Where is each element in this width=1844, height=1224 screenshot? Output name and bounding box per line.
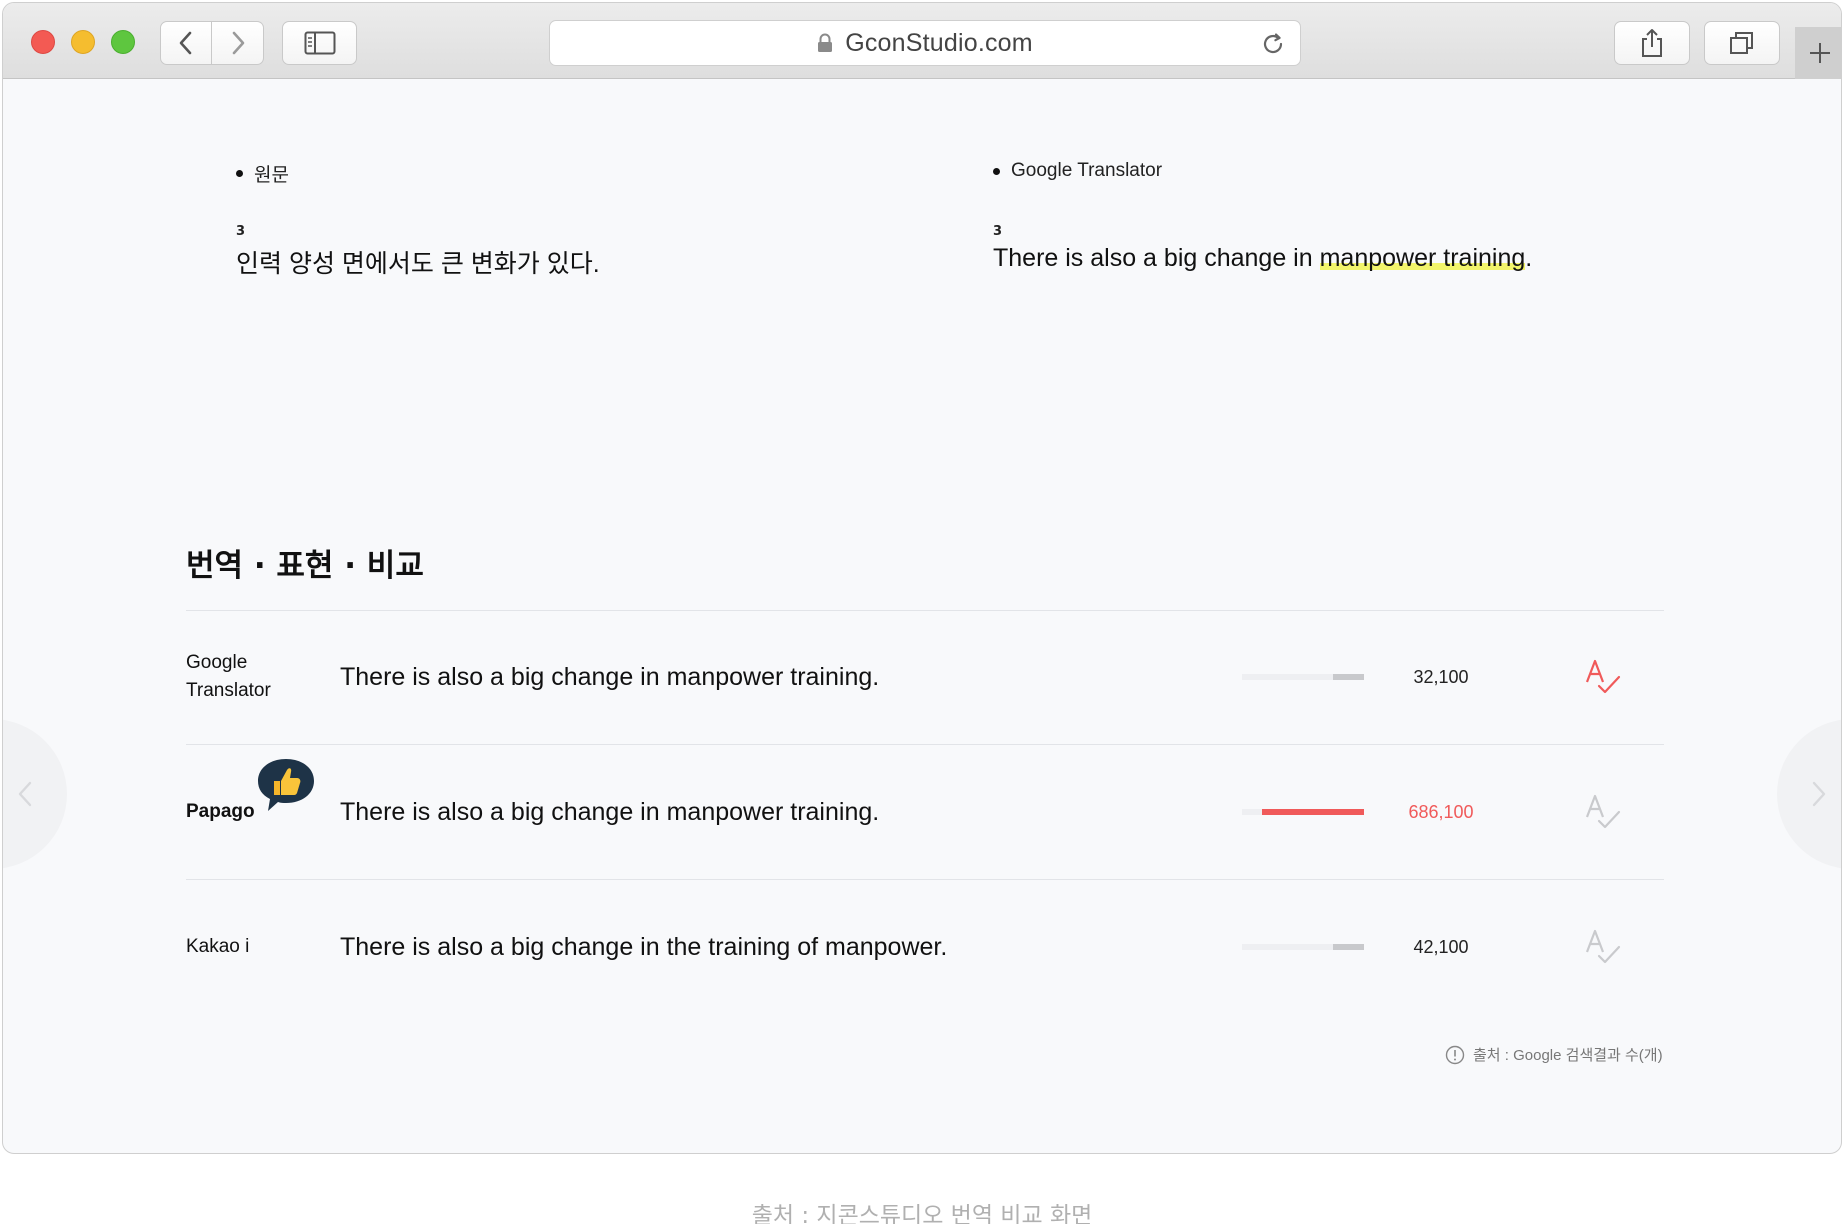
comparison-title: 번역 · 표현 · 비교	[186, 548, 424, 584]
comparison-row-google: Google Translator There is also a big cha…	[186, 610, 1664, 744]
minimize-window-button[interactable]	[71, 30, 95, 54]
next-slide-button[interactable]	[1777, 719, 1841, 869]
close-window-button[interactable]	[31, 30, 55, 54]
translation-text: There is also a big change in manpower t…	[340, 662, 880, 691]
chevron-right-icon	[1812, 781, 1826, 807]
new-tab-button[interactable]	[1795, 27, 1841, 79]
result-count-bar	[1242, 809, 1364, 815]
translator-column-label: Google Translator	[993, 160, 1162, 182]
source-sentence: 인력 양성 면에서도 큰 변화가 있다.	[236, 250, 600, 278]
spell-check-icon[interactable]	[1584, 793, 1622, 831]
translator-label-text: Google Translator	[1011, 160, 1163, 181]
chevron-right-icon	[232, 31, 244, 55]
result-count: 32,100	[1413, 666, 1469, 687]
figure-caption: 출처 : 지콘스튜디오 번역 비교 화면	[751, 1203, 1093, 1224]
spell-check-icon[interactable]	[1584, 928, 1622, 966]
engine-name-line1: Google	[186, 652, 248, 673]
url-text: GconStudio.com	[845, 28, 1033, 57]
info-icon	[1445, 1045, 1465, 1064]
bullet-dot	[236, 170, 243, 177]
translated-sentence-end: .	[1525, 244, 1533, 272]
result-count-bar-fill	[1333, 674, 1364, 680]
page-content: 원문 Google Translator 3 3 인력 양성 면에서도 큰 변화…	[3, 80, 1841, 1153]
previous-slide-button[interactable]	[3, 719, 67, 869]
thumbs-up-icon	[258, 759, 314, 811]
comparison-row-kakao: Kakao i There is also a big change in th…	[186, 880, 1664, 1014]
chevron-left-icon	[18, 781, 32, 807]
address-bar[interactable]: GconStudio.com	[549, 20, 1301, 66]
share-icon	[1642, 29, 1662, 57]
browser-window: GconStudio.com 원문 Google Translator 3 3 …	[2, 2, 1842, 1154]
engine-name-line2: Translator	[186, 680, 271, 701]
forward-button[interactable]	[212, 21, 264, 65]
translated-sentence-start: There is also a big change in	[993, 244, 1320, 272]
plus-icon	[1810, 43, 1830, 63]
chevron-left-icon	[179, 31, 192, 55]
translated-sentence: There is also a big change in manpower t…	[993, 244, 1532, 273]
share-button[interactable]	[1614, 21, 1690, 65]
translation-text: There is also a big change in the traini…	[340, 932, 948, 961]
result-count-bar	[1242, 674, 1364, 680]
source-sentence-number: 3	[236, 224, 246, 239]
source-note-text: 출처 : Google 검색결과 수(개)	[1473, 1047, 1663, 1064]
engine-name: Kakao i	[186, 936, 250, 957]
reload-icon[interactable]	[1260, 31, 1286, 57]
source-label-text: 원문	[254, 165, 289, 186]
result-count-bar-fill	[1333, 944, 1364, 950]
zoom-window-button[interactable]	[111, 30, 135, 54]
translation-text: There is also a big change in manpower t…	[340, 797, 880, 826]
spell-check-icon[interactable]	[1584, 658, 1622, 696]
tabs-overview-button[interactable]	[1704, 21, 1780, 65]
source-note: 출처 : Google 검색결과 수(개)	[1445, 1044, 1663, 1065]
browser-toolbar: GconStudio.com	[3, 3, 1841, 79]
sidebar-toggle-button[interactable]	[282, 21, 357, 65]
highlighted-phrase: manpower training	[1319, 244, 1526, 272]
source-column-label: 원문	[236, 160, 289, 187]
back-button[interactable]	[160, 21, 212, 65]
sidebar-icon	[304, 31, 335, 55]
engine-name: Google Translator	[186, 610, 326, 744]
lock-icon	[818, 33, 833, 52]
translated-sentence-number: 3	[993, 224, 1003, 239]
result-count-bar-fill	[1261, 809, 1364, 815]
comparison-row-papago: Papago There is also a big change in man…	[186, 745, 1664, 879]
tabs-icon	[1730, 32, 1753, 54]
result-count: 42,100	[1413, 936, 1469, 957]
result-count: 686,100	[1408, 801, 1474, 822]
bullet-dot	[993, 167, 1000, 175]
result-count-bar	[1242, 944, 1364, 950]
